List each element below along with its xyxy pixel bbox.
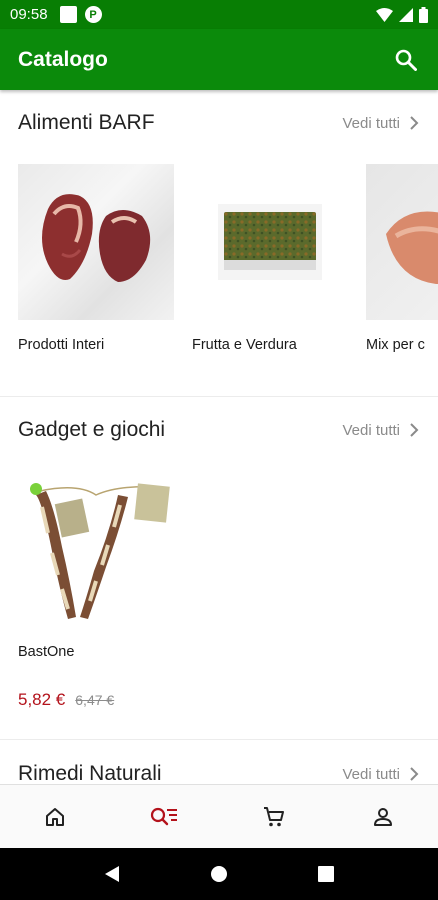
section-alimenti-barf: Alimenti BARF Vedi tutti Prodotti Interi… <box>0 90 438 397</box>
chevron-right-icon <box>410 767 419 781</box>
product-carousel[interactable]: BastOne 5,82 € 6,47 € <box>0 463 438 710</box>
page-title: Catalogo <box>18 47 108 71</box>
notification-app-icon: P <box>84 6 102 23</box>
home-icon <box>45 807 64 826</box>
notification-square-icon <box>59 6 77 23</box>
home-button[interactable] <box>204 859 234 889</box>
see-all-label: Vedi tutti <box>342 765 400 783</box>
section-rimedi-naturali: Rimedi Naturali Vedi tutti <box>0 740 438 784</box>
section-header: Gadget e giochi Vedi tutti <box>0 397 438 463</box>
product-card[interactable]: BastOne 5,82 € 6,47 € <box>18 471 174 710</box>
status-bar: 09:58 P <box>0 0 438 29</box>
see-all-label: Vedi tutti <box>342 421 400 439</box>
section-title: Alimenti BARF <box>18 111 155 134</box>
category-name: Prodotti Interi <box>18 337 105 353</box>
product-image-bastone <box>18 471 174 627</box>
system-navigation-bar <box>0 848 438 900</box>
recents-square-icon <box>318 866 335 882</box>
account-icon <box>374 807 393 826</box>
section-title: Gadget e giochi <box>18 418 166 441</box>
category-card[interactable]: Mix per c <box>366 164 438 355</box>
nav-account[interactable] <box>329 785 438 848</box>
chevron-right-icon <box>410 116 419 130</box>
search-button[interactable] <box>392 46 420 74</box>
category-name: Frutta e Verdura <box>192 337 297 353</box>
category-card[interactable]: Prodotti Interi <box>18 164 174 355</box>
nav-home[interactable] <box>0 785 110 848</box>
category-name: Mix per c <box>366 337 425 353</box>
back-button[interactable] <box>97 859 127 889</box>
see-all-link[interactable]: Vedi tutti <box>342 422 420 439</box>
search-icon <box>395 49 417 71</box>
section-gadget-e-giochi: Gadget e giochi Vedi tutti BastOne 5,82 … <box>0 397 438 740</box>
catalog-content[interactable]: Alimenti BARF Vedi tutti Prodotti Interi… <box>0 90 438 784</box>
section-header: Alimenti BARF Vedi tutti <box>0 90 438 156</box>
wifi-icon <box>376 7 393 22</box>
battery-icon <box>419 6 428 23</box>
category-image-frutta-e-verdura <box>192 164 348 320</box>
back-triangle-icon <box>104 866 119 882</box>
cart-icon <box>263 806 284 826</box>
status-time: 09:58 <box>10 6 48 23</box>
section-title: Rimedi Naturali <box>18 762 162 784</box>
home-circle-icon <box>210 866 227 882</box>
product-old-price: 6,47 € <box>75 692 115 708</box>
bottom-navigation <box>0 784 438 848</box>
app-bar: Catalogo <box>0 29 438 90</box>
product-name: BastOne <box>18 644 75 660</box>
category-carousel[interactable]: Prodotti Interi Frutta e Verdura Mix per… <box>0 156 438 355</box>
nav-catalog[interactable] <box>110 785 220 848</box>
product-price: 5,82 € <box>18 690 66 709</box>
see-all-link[interactable]: Vedi tutti <box>342 115 420 132</box>
category-card[interactable]: Frutta e Verdura <box>192 164 348 355</box>
nav-cart[interactable] <box>219 785 329 848</box>
category-image-mix <box>366 164 438 320</box>
price-row: 5,82 € 6,47 € <box>18 690 174 710</box>
signal-icon <box>399 7 413 22</box>
recents-button[interactable] <box>311 859 341 889</box>
section-header: Rimedi Naturali Vedi tutti <box>0 740 438 784</box>
see-all-label: Vedi tutti <box>342 114 400 132</box>
category-image-prodotti-interi <box>18 164 174 320</box>
see-all-link[interactable]: Vedi tutti <box>342 766 420 783</box>
chevron-right-icon <box>410 423 419 437</box>
catalog-search-icon <box>151 807 178 825</box>
